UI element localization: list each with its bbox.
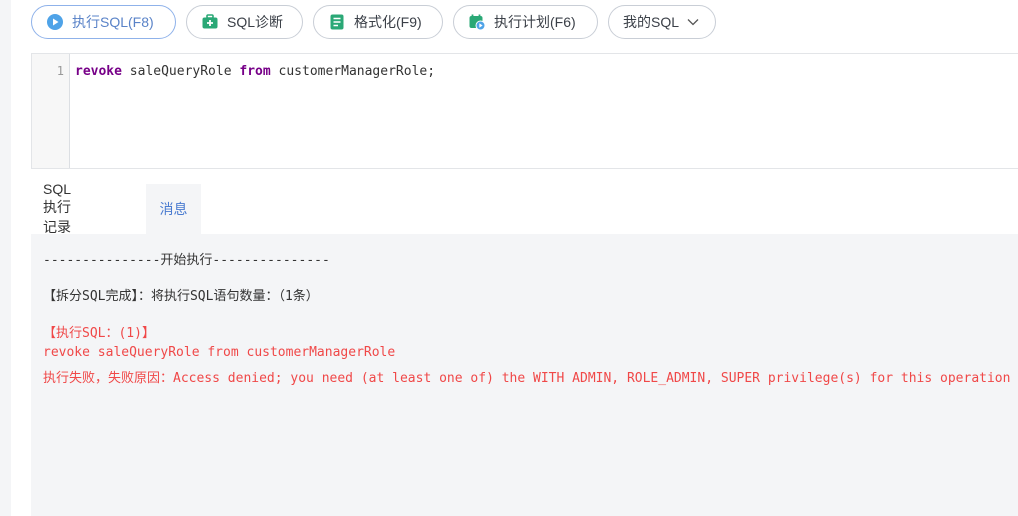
start-execution-line: ---------------开始执行--------------- (43, 253, 330, 268)
code-line: revoke saleQueryRole from customerManage… (75, 64, 435, 79)
sql-diagnose-button[interactable]: SQL诊断 (186, 5, 303, 39)
my-sql-dropdown[interactable]: 我的SQL (608, 5, 716, 39)
execution-plan-label: 执行计划(F6) (494, 14, 576, 30)
format-button[interactable]: 格式化(F9) (313, 5, 443, 39)
tab-sql-history-label: SQL执行记录 (43, 181, 72, 235)
calendar-play-icon (468, 13, 486, 31)
exec-sql-statement: revoke saleQueryRole from customerManage… (43, 345, 396, 360)
format-label: 格式化(F9) (354, 14, 422, 30)
role-name: saleQueryRole (121, 64, 240, 79)
keyword-revoke: revoke (75, 64, 122, 79)
line-number: 1 (56, 64, 64, 78)
message-panel: ---------------开始执行--------------- 【拆分SQ… (31, 234, 1018, 516)
left-sidebar-strip (0, 0, 11, 516)
tab-messages-label: 消息 (159, 201, 188, 217)
play-icon (46, 13, 64, 31)
my-sql-label: 我的SQL (623, 14, 680, 30)
execution-plan-button[interactable]: 执行计划(F6) (453, 5, 598, 39)
sql-editor[interactable]: 1 revoke saleQueryRole from customerMana… (31, 53, 1018, 169)
target-role-name: customerManagerRole; (270, 64, 436, 79)
document-format-icon (328, 13, 346, 31)
tab-messages[interactable]: 消息 (146, 184, 201, 234)
exec-sql-header: 【执行SQL：(1)】 (43, 326, 155, 341)
medical-kit-icon (201, 13, 219, 31)
exec-failure-message: 执行失败，失败原因：Access denied; you need (at le… (43, 371, 1011, 386)
tab-sql-history[interactable]: SQL执行记录 (31, 181, 83, 235)
sql-diagnose-label: SQL诊断 (227, 14, 284, 30)
keyword-from: from (239, 64, 271, 79)
execute-sql-button[interactable]: 执行SQL(F8) (31, 5, 176, 39)
execute-sql-label: 执行SQL(F8) (72, 14, 154, 30)
line-number-gutter: 1 (32, 54, 70, 168)
split-sql-line: 【拆分SQL完成】：将执行SQL语句数量：（1条） (43, 289, 319, 304)
chevron-down-icon (687, 18, 699, 26)
